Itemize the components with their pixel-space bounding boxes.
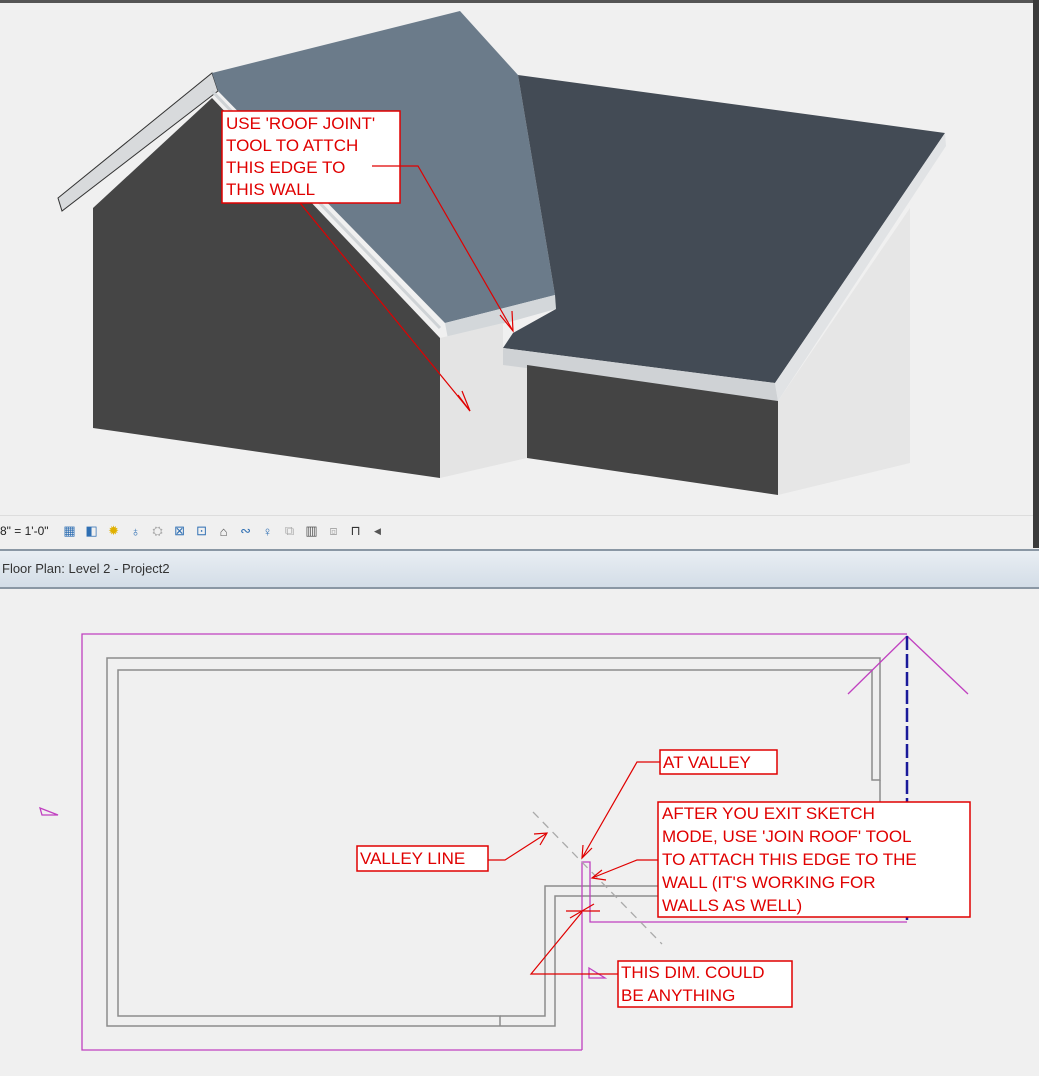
show-crop-icon[interactable]: ⊡ xyxy=(193,522,211,540)
floor-plan-drawing: VALLEY LINE AT VALLEY AFTER YOU EXIT SKE… xyxy=(39,633,971,1051)
window-edge xyxy=(1033,0,1039,548)
visual-style-icon[interactable]: ◧ xyxy=(83,522,101,540)
svg-text:BE ANYTHING: BE ANYTHING xyxy=(621,986,735,1005)
3d-model: USE 'ROOF JOINT' TOOL TO ATTCH THIS EDGE… xyxy=(57,11,946,495)
svg-text:AT VALLEY: AT VALLEY xyxy=(663,753,751,772)
constraints-icon[interactable]: ⊓ xyxy=(347,522,365,540)
svg-text:MODE, USE 'JOIN ROOF' TOOL: MODE, USE 'JOIN ROOF' TOOL xyxy=(662,827,912,846)
3d-view[interactable]: USE 'ROOF JOINT' TOOL TO ATTCH THIS EDGE… xyxy=(0,0,1039,510)
annotation-arrows xyxy=(488,761,660,975)
svg-text:WALL (IT'S WORKING FOR: WALL (IT'S WORKING FOR xyxy=(662,873,876,892)
sun-path-icon[interactable]: ✹ xyxy=(105,522,123,540)
svg-text:THIS EDGE TO: THIS EDGE TO xyxy=(226,158,345,177)
svg-text:TOOL TO ATTCH: TOOL TO ATTCH xyxy=(226,136,358,155)
view-title-bar[interactable]: Floor Plan: Level 2 - Project2 xyxy=(0,549,1039,589)
reveal-hidden-icon[interactable]: ∾ xyxy=(237,522,255,540)
svg-text:AFTER YOU EXIT SKETCH: AFTER YOU EXIT SKETCH xyxy=(662,804,875,823)
svg-text:USE 'ROOF JOINT': USE 'ROOF JOINT' xyxy=(226,114,375,133)
shadows-icon[interactable]: ♁ xyxy=(127,522,145,540)
join-roof-note: AFTER YOU EXIT SKETCH MODE, USE 'JOIN RO… xyxy=(657,801,971,918)
view-control-bar: 8" = 1'-0" ▦ ◧ ✹ ♁ ⛭ ⊠ ⊡ ⌂ ∾ ♀ ⧉ ▥ ⧈ ⊓ ◀ xyxy=(0,515,1033,546)
scroll-left-icon[interactable]: ◀ xyxy=(369,522,387,540)
view-title: Floor Plan: Level 2 - Project2 xyxy=(2,561,170,576)
svg-text:VALLEY LINE: VALLEY LINE xyxy=(360,849,465,868)
floor-plan-view[interactable]: VALLEY LINE AT VALLEY AFTER YOU EXIT SKE… xyxy=(0,590,1039,1071)
svg-text:TO ATTACH THIS EDGE TO THE: TO ATTACH THIS EDGE TO THE xyxy=(662,850,917,869)
crop-view-icon[interactable]: ⊠ xyxy=(171,522,189,540)
at-valley-note: AT VALLEY xyxy=(659,749,778,775)
worksharing-icon[interactable]: ⧈ xyxy=(325,522,343,540)
svg-text:THIS WALL: THIS WALL xyxy=(226,180,315,199)
render-icon[interactable]: ⛭ xyxy=(149,522,167,540)
roof-joint-note: USE 'ROOF JOINT' TOOL TO ATTCH THIS EDGE… xyxy=(221,110,401,204)
svg-text:THIS DIM. COULD: THIS DIM. COULD xyxy=(621,963,765,982)
temporary-hide-icon[interactable]: ⌂ xyxy=(215,522,233,540)
lock-3d-icon[interactable]: ♀ xyxy=(259,522,277,540)
svg-text:WALLS AS WELL): WALLS AS WELL) xyxy=(662,896,802,915)
dim-note: THIS DIM. COULD BE ANYTHING xyxy=(617,960,793,1008)
analytical-icon[interactable]: ⧉ xyxy=(281,522,299,540)
scale-selector[interactable]: 8" = 1'-0" xyxy=(0,524,49,538)
valley-line-note: VALLEY LINE xyxy=(356,845,489,872)
highlight-displacement-icon[interactable]: ▥ xyxy=(303,522,321,540)
detail-level-icon[interactable]: ▦ xyxy=(61,522,79,540)
